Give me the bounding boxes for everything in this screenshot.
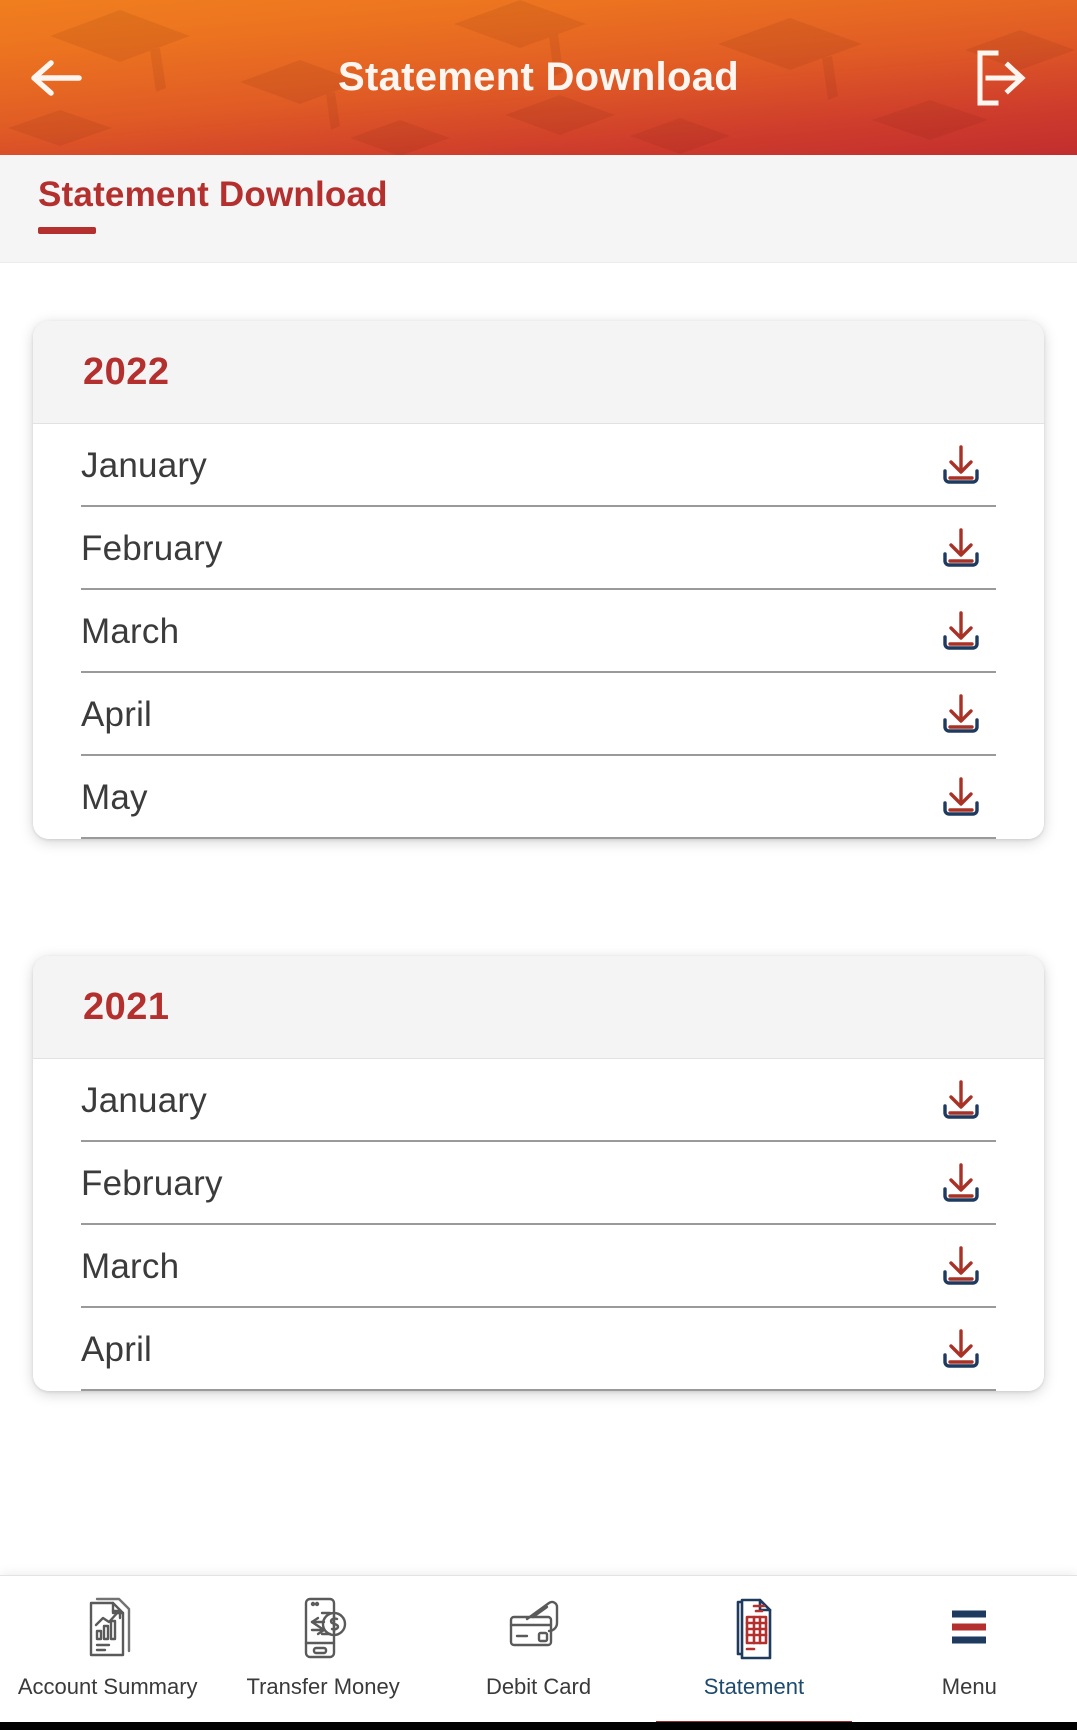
app-screen: Statement Download Statement Download 20…	[0, 0, 1077, 1730]
tab-active-indicator	[38, 227, 96, 234]
nav-item-debit-card[interactable]: Debit Card	[431, 1576, 646, 1730]
statement-list-scroll[interactable]: 2022 January February March April May 20…	[0, 263, 1077, 1730]
page-title: Statement Download	[338, 55, 739, 99]
hamburger-menu-icon	[938, 1592, 1000, 1664]
nav-item-transfer-money[interactable]: Transfer Money	[215, 1576, 430, 1730]
month-label: May	[81, 777, 148, 817]
nav-label: Menu	[941, 1674, 997, 1699]
month-label: January	[81, 1080, 207, 1120]
download-icon	[943, 776, 979, 816]
month-list: January February	[33, 1059, 1044, 1391]
download-button[interactable]	[932, 1072, 990, 1130]
download-button[interactable]	[932, 603, 990, 661]
month-row[interactable]: April	[81, 673, 996, 756]
download-icon	[943, 1079, 979, 1119]
year-card-header: 2021	[33, 956, 1044, 1059]
arrow-left-icon	[31, 59, 82, 96]
download-icon	[943, 1162, 979, 1202]
month-label: April	[81, 694, 153, 734]
back-button[interactable]	[0, 0, 110, 155]
download-button[interactable]	[932, 520, 990, 578]
download-button[interactable]	[932, 437, 990, 495]
home-indicator-bar	[0, 1722, 1077, 1730]
month-label: February	[81, 528, 223, 568]
nav-item-menu[interactable]: Menu	[862, 1576, 1077, 1730]
download-button[interactable]	[932, 1238, 990, 1296]
month-label: March	[81, 611, 180, 651]
download-icon	[943, 527, 979, 567]
month-label: February	[81, 1163, 223, 1203]
month-row[interactable]: January	[81, 424, 996, 507]
month-row[interactable]: January	[81, 1059, 996, 1142]
tab-statement-download[interactable]: Statement Download	[38, 175, 388, 234]
nav-label: Statement	[703, 1674, 805, 1699]
month-label: January	[81, 445, 207, 485]
transfer-money-icon	[292, 1592, 354, 1664]
download-button[interactable]	[932, 1155, 990, 1213]
month-label: April	[81, 1329, 153, 1369]
month-row[interactable]: February	[81, 507, 996, 590]
month-label: March	[81, 1246, 180, 1286]
download-icon	[943, 610, 979, 650]
year-card-header: 2022	[33, 321, 1044, 424]
year-card-2021: 2021 January February March April	[33, 956, 1044, 1391]
download-icon	[943, 444, 979, 484]
account-summary-icon	[77, 1592, 139, 1664]
logout-button[interactable]	[945, 0, 1055, 155]
download-icon	[943, 1328, 979, 1368]
nav-label: Account Summary	[17, 1674, 198, 1699]
year-label: 2022	[83, 350, 170, 393]
download-icon	[943, 693, 979, 733]
download-button[interactable]	[932, 1321, 990, 1379]
statement-icon	[723, 1592, 785, 1664]
tab-strip: Statement Download	[0, 155, 1077, 263]
month-row[interactable]: March	[81, 1225, 996, 1308]
nav-item-account-summary[interactable]: Account Summary	[0, 1576, 215, 1730]
download-button[interactable]	[932, 686, 990, 744]
app-bar: Statement Download	[0, 0, 1077, 155]
month-row[interactable]: April	[81, 1308, 996, 1391]
logout-icon	[977, 50, 1026, 105]
debit-card-icon	[503, 1592, 575, 1664]
month-row[interactable]: May	[81, 756, 996, 839]
bottom-navigation: Account Summary Transfer Money Debit Car…	[0, 1575, 1077, 1730]
nav-label: Transfer Money	[246, 1674, 400, 1699]
download-icon	[943, 1245, 979, 1285]
month-row[interactable]: March	[81, 590, 996, 673]
nav-item-statement[interactable]: Statement	[646, 1576, 861, 1730]
month-row[interactable]: February	[81, 1142, 996, 1225]
year-card-2022: 2022 January February March April May	[33, 321, 1044, 839]
nav-label: Debit Card	[485, 1674, 592, 1699]
download-button[interactable]	[932, 769, 990, 827]
month-list: January February	[33, 424, 1044, 839]
tab-label: Statement Download	[38, 175, 388, 214]
year-label: 2021	[83, 985, 170, 1028]
